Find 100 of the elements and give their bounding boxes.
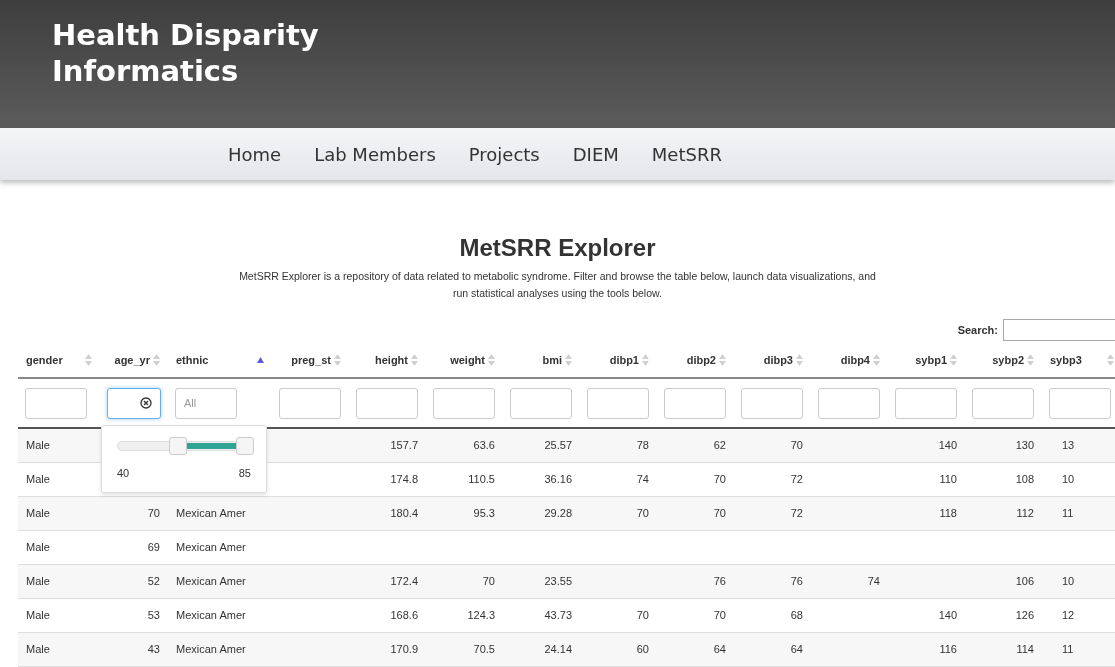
filter-field[interactable] [1049, 387, 1111, 419]
table-cell: 124.3 [467, 608, 495, 621]
column-header[interactable]: dibp3 [763, 351, 793, 369]
column-header[interactable]: bmi [542, 351, 562, 369]
table-cell: 130 [1015, 439, 1034, 451]
table-cell: 24.14 [544, 642, 572, 655]
filter-field[interactable] [818, 387, 880, 419]
table-cell: 70 [636, 506, 649, 519]
table-cell: 72 [790, 506, 803, 519]
table-cell: 112 [1016, 506, 1034, 519]
column-header[interactable]: dibp1 [609, 351, 639, 369]
nav-link[interactable]: DIEM [572, 140, 619, 168]
column-header[interactable]: sybp3 [1050, 351, 1082, 369]
column-header[interactable]: weight [450, 351, 485, 369]
table-cell: 64 [790, 642, 803, 655]
table-cell: Male [26, 540, 50, 553]
filter-field[interactable] [741, 387, 803, 419]
nav-link[interactable]: MetSRR [651, 140, 722, 168]
table-cell: 70 [713, 472, 726, 485]
table-cell: 172.4 [390, 574, 418, 587]
table-cell: 70 [482, 574, 495, 587]
table-cell: Male [26, 642, 50, 655]
table-cell: Male [26, 472, 50, 485]
column-header[interactable]: ethnic [176, 351, 209, 369]
slider-max-label: 85 [238, 466, 251, 481]
filter-field[interactable] [972, 387, 1034, 419]
table-cell: 110.5 [468, 472, 495, 485]
table-cell: 70 [790, 439, 803, 451]
filter-field[interactable] [664, 387, 726, 419]
page-title: MetSRR Explorer [459, 233, 656, 263]
table-cell: 180.4 [390, 506, 418, 519]
column-header[interactable]: preg_st [291, 351, 331, 369]
table-cell: 60 [636, 642, 649, 655]
filter-field[interactable] [510, 387, 572, 419]
slider-handle[interactable] [236, 437, 254, 455]
filter-field[interactable] [107, 387, 161, 419]
column-header[interactable]: age_yr [114, 351, 150, 369]
clear-icon[interactable] [140, 397, 152, 409]
table-cell: 106 [1015, 574, 1034, 587]
table-cell: 168.6 [390, 608, 418, 621]
table-cell: 74 [867, 574, 880, 587]
table-cell: 108 [1015, 472, 1034, 485]
column-header[interactable]: height [375, 351, 408, 369]
table-cell: Mexican Amer [176, 506, 246, 519]
table-cell: 29.28 [544, 506, 572, 519]
column-header[interactable]: sybp2 [992, 351, 1024, 369]
table-cell: Male [26, 574, 50, 587]
table-cell: 69 [147, 540, 160, 553]
table-cell: 74 [636, 472, 649, 485]
table-cell: 11 [1062, 506, 1074, 519]
nav-link[interactable]: Home [228, 140, 282, 168]
table-cell: 36.16 [544, 472, 572, 485]
table-cell: 10 [1062, 472, 1075, 485]
table-cell: 52 [147, 574, 160, 587]
table-cell: 11 [1062, 642, 1074, 655]
table-cell: Male [26, 439, 50, 451]
table-cell: 64 [713, 642, 726, 655]
search-field[interactable] [1003, 319, 1115, 341]
column-header[interactable]: gender [26, 351, 63, 369]
table-cell: 126 [1015, 608, 1034, 621]
filter-field[interactable] [279, 387, 341, 419]
table-cell: 116 [939, 642, 957, 655]
nav-link[interactable]: Lab Members [314, 140, 436, 168]
table-cell: 114 [1016, 642, 1034, 655]
table-cell: Male [26, 608, 50, 621]
filter-field[interactable] [433, 387, 495, 419]
column-header[interactable]: dibp4 [840, 351, 870, 369]
table-cell: 140 [938, 439, 957, 451]
filter-field[interactable] [587, 387, 649, 419]
table-cell: 157.7 [390, 439, 418, 451]
slider-min-label: 40 [117, 466, 130, 481]
table-cell: 43 [147, 642, 160, 655]
table-cell: 13 [1062, 439, 1075, 451]
table-cell: Mexican Amer [176, 540, 246, 553]
column-header[interactable]: dibp2 [686, 351, 716, 369]
table-cell: Mexican Amer [176, 642, 246, 655]
filter-field[interactable] [356, 387, 418, 419]
table-cell: 70 [636, 608, 649, 621]
table-cell: 70.5 [473, 642, 495, 655]
table-cell: 72 [790, 472, 803, 485]
slider-handle[interactable] [168, 437, 187, 455]
table-cell: 70 [713, 608, 726, 621]
table-cell: 110 [939, 472, 957, 485]
filter-field[interactable] [25, 387, 87, 419]
table-cell: 95.3 [473, 506, 495, 519]
column-header[interactable]: sybp1 [915, 351, 947, 369]
filter-field[interactable] [895, 387, 957, 419]
table-cell: 78 [636, 439, 649, 451]
table-cell: 70 [713, 506, 726, 519]
table-cell: 68 [790, 608, 803, 621]
filter-placeholder: All [184, 395, 197, 411]
table-cell: 25.57 [544, 439, 572, 451]
table-cell: 62 [713, 439, 726, 451]
nav-link[interactable]: Projects [468, 140, 540, 168]
table-cell: 53 [147, 608, 160, 621]
table-cell: 118 [939, 506, 957, 519]
table-cell: 174.8 [390, 472, 418, 485]
site-title[interactable]: Health Disparity Informatics [52, 17, 1115, 89]
table-cell: 70 [147, 506, 160, 519]
table-cell: 23.55 [544, 574, 572, 587]
